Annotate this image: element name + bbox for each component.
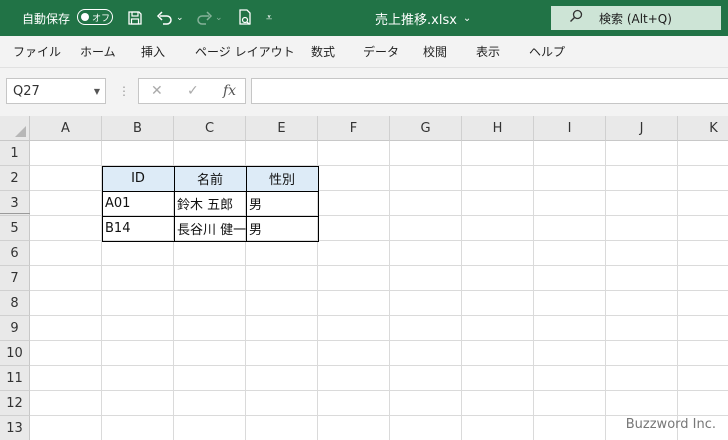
watermark: Buzzword Inc. [625, 417, 716, 432]
title-bar: 自動保存 オフ ⌄ ⌄ ⩡ 売上推移.xlsx ⌄ 検索 (Alt+Q) [0, 0, 728, 36]
table-border [246, 166, 247, 241]
name-box[interactable]: Q27 ▼ [6, 78, 106, 104]
gridline [30, 265, 728, 266]
table-border [102, 191, 318, 192]
gridline [30, 340, 728, 341]
formula-bar: Q27 ▼ ⋮ ✕ ✓ fx [0, 68, 728, 116]
column-header-f[interactable]: F [318, 116, 390, 141]
column-header-k[interactable]: K [678, 116, 728, 141]
select-all-icon [15, 126, 26, 137]
row-header-8[interactable]: 8 [0, 291, 30, 316]
formula-buttons: ✕ ✓ fx [138, 78, 246, 104]
cancel-icon[interactable]: ✕ [151, 79, 163, 103]
formula-bar-handle-icon[interactable]: ⋮ [118, 78, 130, 104]
column-header-j[interactable]: J [606, 116, 678, 141]
table-cell[interactable]: 長谷川 健一 [174, 216, 246, 241]
tab-data[interactable]: データ [363, 36, 399, 67]
save-icon[interactable] [124, 0, 146, 36]
table-header-cell[interactable]: ID [102, 166, 174, 191]
name-box-value: Q27 [13, 83, 40, 99]
row-header-13[interactable]: 13 [0, 416, 30, 440]
row-header-1[interactable]: 1 [0, 141, 30, 166]
gridline [30, 290, 728, 291]
table-header-cell[interactable]: 名前 [174, 166, 246, 191]
gridline [30, 415, 728, 416]
row-header-10[interactable]: 10 [0, 341, 30, 366]
hidden-row-marker [0, 213, 30, 214]
redo-icon[interactable] [193, 0, 215, 36]
formula-input[interactable] [251, 78, 728, 104]
column-header-b[interactable]: B [102, 116, 174, 141]
column-header-g[interactable]: G [390, 116, 462, 141]
tab-help[interactable]: ヘルプ [529, 36, 565, 67]
autosave-state: オフ [92, 13, 111, 24]
row-header-6[interactable]: 6 [0, 241, 30, 266]
print-preview-icon[interactable] [234, 0, 256, 36]
row-header-2[interactable]: 2 [0, 166, 30, 191]
file-name-text: 売上推移.xlsx [375, 12, 457, 28]
name-box-dropdown-icon[interactable]: ▼ [94, 87, 100, 96]
table-cell[interactable]: A01 [102, 191, 174, 216]
column-header-a[interactable]: A [30, 116, 102, 141]
redo-dropdown-icon[interactable]: ⌄ [215, 0, 223, 36]
tab-view[interactable]: 表示 [476, 36, 500, 67]
table-cell[interactable]: B14 [102, 216, 174, 241]
table-border [174, 166, 175, 241]
tab-formulas[interactable]: 数式 [311, 36, 335, 67]
search-icon [569, 9, 583, 27]
autosave-label: 自動保存 [22, 11, 71, 26]
tab-page-layout[interactable]: ページ レイアウト [195, 36, 295, 67]
autosave-toggle[interactable]: オフ [77, 9, 113, 25]
row-header-5[interactable]: 5 [0, 216, 30, 241]
column-header-h[interactable]: H [462, 116, 534, 141]
table-cell[interactable]: 男 [246, 191, 318, 216]
tab-file[interactable]: ファイル [13, 36, 61, 67]
table-header-cell[interactable]: 性別 [246, 166, 318, 191]
column-header-e[interactable]: E [246, 116, 318, 141]
row-header-7[interactable]: 7 [0, 266, 30, 291]
column-header-c[interactable]: C [174, 116, 246, 141]
row-header-9[interactable]: 9 [0, 316, 30, 341]
tab-home[interactable]: ホーム [80, 36, 116, 67]
ribbon-tabs: ファイル ホーム 挿入 ページ レイアウト 数式 データ 校閲 表示 ヘルプ [0, 36, 728, 68]
tab-review[interactable]: 校閲 [423, 36, 447, 67]
gridline [30, 315, 728, 316]
search-box[interactable]: 検索 (Alt+Q) [551, 6, 721, 30]
file-name[interactable]: 売上推移.xlsx ⌄ [375, 0, 471, 36]
row-header-12[interactable]: 12 [0, 391, 30, 416]
row-header-11[interactable]: 11 [0, 366, 30, 391]
file-name-dropdown-icon: ⌄ [462, 12, 472, 24]
tab-insert[interactable]: 挿入 [141, 36, 165, 67]
table-border [102, 216, 318, 217]
enter-icon[interactable]: ✓ [187, 79, 199, 103]
search-placeholder: 検索 (Alt+Q) [599, 11, 672, 26]
customize-toolbar-icon[interactable]: ⩡ [266, 0, 272, 36]
table-cell[interactable]: 鈴木 五郎 [174, 191, 246, 216]
toggle-knob-icon [81, 13, 89, 21]
undo-icon[interactable] [154, 0, 176, 36]
select-all-button[interactable] [0, 116, 30, 141]
gridline [30, 390, 728, 391]
gridline [30, 365, 728, 366]
insert-function-icon[interactable]: fx [223, 79, 236, 103]
table-cell[interactable]: 男 [246, 216, 318, 241]
worksheet-grid[interactable]: A B C E F G H I J K 1 2 3 5 6 7 8 9 10 11 12 13 ID 名前 性別 A01 鈴木 五郎… [0, 116, 728, 440]
undo-dropdown-icon[interactable]: ⌄ [176, 0, 184, 36]
column-header-i[interactable]: I [534, 116, 606, 141]
